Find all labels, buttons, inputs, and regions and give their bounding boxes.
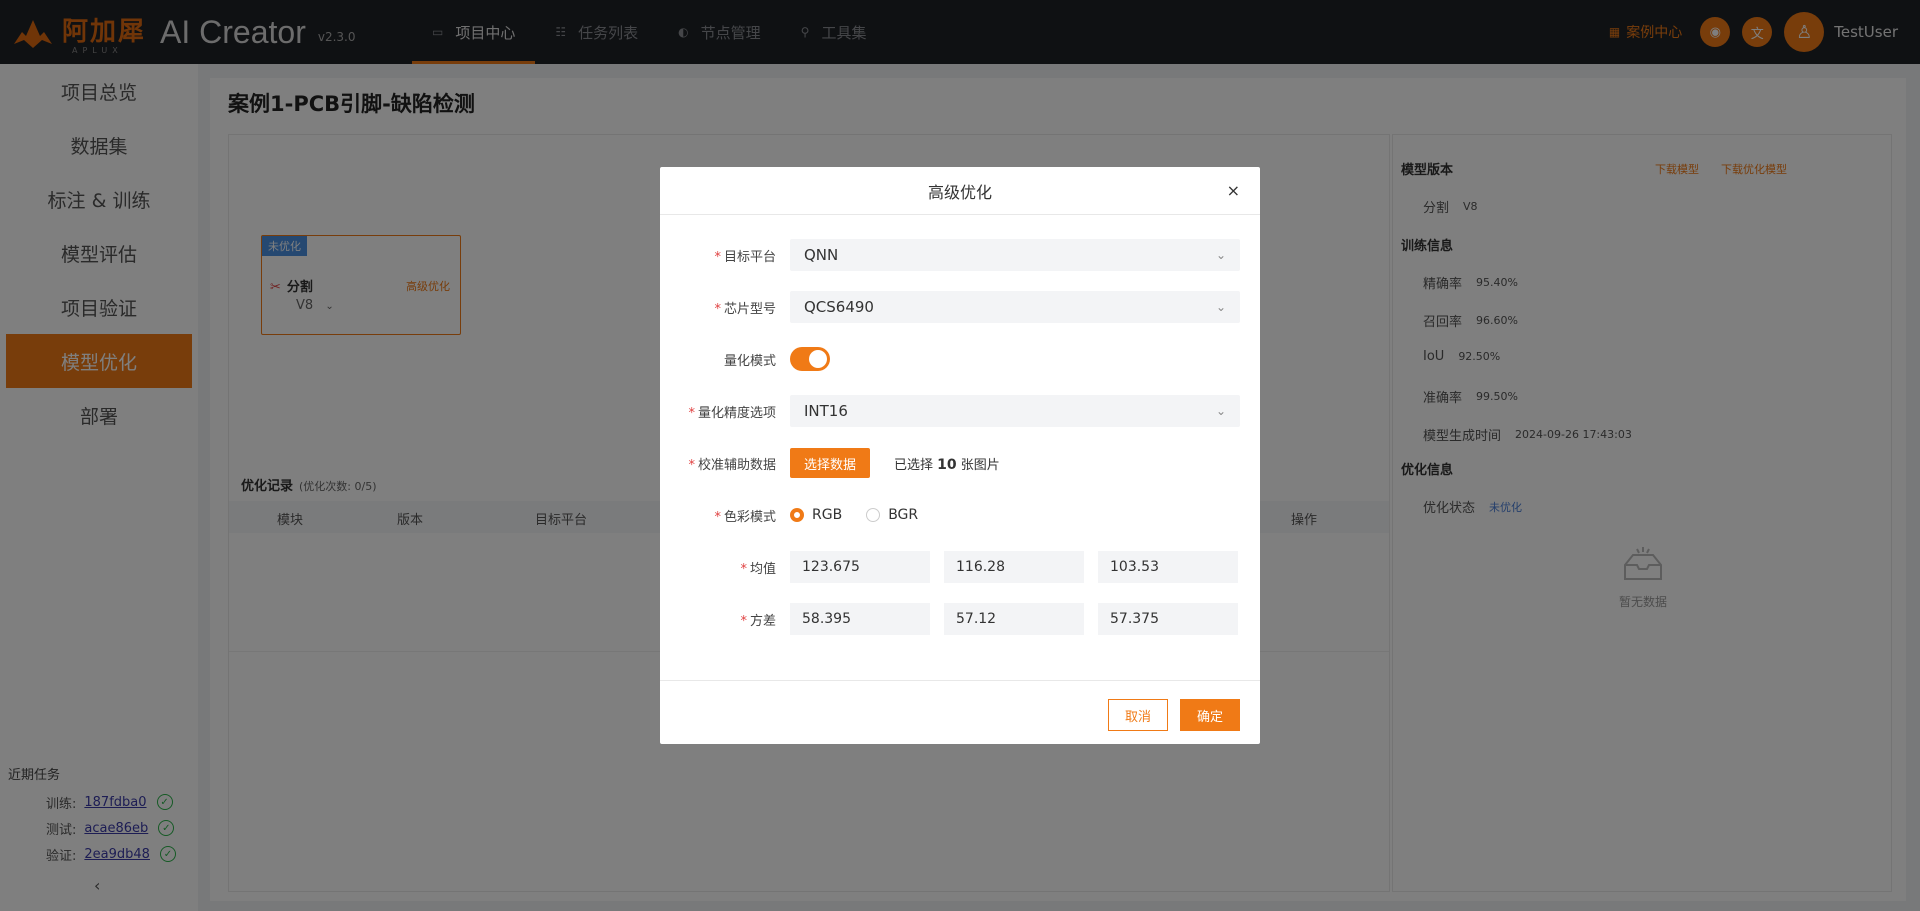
radio-unselected-icon [866, 508, 881, 522]
radio-rgb[interactable]: RGB [790, 507, 842, 523]
radio-bgr[interactable]: BGR [866, 507, 918, 523]
std-input-g[interactable]: 57.12 [944, 603, 1084, 635]
platform-select[interactable]: QNN ⌄ [790, 239, 1240, 271]
std-input-b[interactable]: 57.375 [1098, 603, 1238, 635]
quant-mode-row: 量化模式 [660, 343, 1260, 375]
chevron-down-icon: ⌄ [1215, 300, 1226, 314]
chip-label: * 芯片型号 [714, 301, 776, 317]
select-data-button[interactable]: 选择数据 [790, 448, 871, 478]
precision-value: INT16 [804, 402, 848, 420]
dialog-header: 高级优化 × [660, 167, 1260, 215]
dialog-footer: 取消 确定 [660, 680, 1260, 744]
chip-value: QCS6490 [804, 298, 874, 316]
radio-selected-icon [790, 508, 804, 522]
platform-value: QNN [804, 246, 839, 264]
std-row: * 方差 58.395 57.12 57.375 [660, 603, 1260, 635]
confirm-button[interactable]: 确定 [1180, 699, 1240, 731]
color-mode-label: * 色彩模式 [714, 509, 776, 525]
cancel-button[interactable]: 取消 [1108, 699, 1168, 731]
chip-select[interactable]: QCS6490 ⌄ [790, 291, 1240, 323]
std-label: * 方差 [740, 613, 776, 629]
quant-mode-toggle[interactable] [790, 347, 830, 371]
precision-label: * 量化精度选项 [688, 405, 776, 421]
color-mode-row: * 色彩模式 RGB BGR [660, 499, 1260, 531]
selected-count: 10 [937, 456, 957, 473]
precision-row: * 量化精度选项 INT16 ⌄ [660, 395, 1260, 427]
toggle-knob [809, 350, 827, 368]
calibration-row: * 校准辅助数据 选择数据 已选择 10 张图片 [660, 447, 1260, 479]
mean-input-g[interactable]: 116.28 [944, 551, 1084, 583]
calibration-label: * 校准辅助数据 [688, 457, 776, 473]
chip-row: * 芯片型号 QCS6490 ⌄ [660, 291, 1260, 323]
mean-input-b[interactable]: 103.53 [1098, 551, 1238, 583]
platform-row: * 目标平台 QNN ⌄ [660, 239, 1260, 271]
mean-label: * 均值 [740, 561, 776, 577]
precision-select[interactable]: INT16 ⌄ [790, 395, 1240, 427]
quant-mode-label: 量化模式 [723, 353, 776, 369]
dialog-title: 高级优化 [927, 182, 992, 202]
chevron-down-icon: ⌄ [1215, 404, 1226, 418]
mean-row: * 均值 123.675 116.28 103.53 [660, 551, 1260, 583]
std-input-r[interactable]: 58.395 [790, 603, 930, 635]
advanced-optimize-dialog: 高级优化 × * 目标平台 QNN ⌄ * 芯片型号 QCS6490 ⌄ 量化模式 … [660, 167, 1260, 744]
mean-input-r[interactable]: 123.675 [790, 551, 930, 583]
chevron-down-icon: ⌄ [1215, 248, 1226, 262]
close-icon[interactable]: × [1227, 181, 1240, 200]
platform-label: * 目标平台 [714, 249, 776, 265]
selected-images-info: 已选择 10 张图片 [894, 456, 1000, 473]
